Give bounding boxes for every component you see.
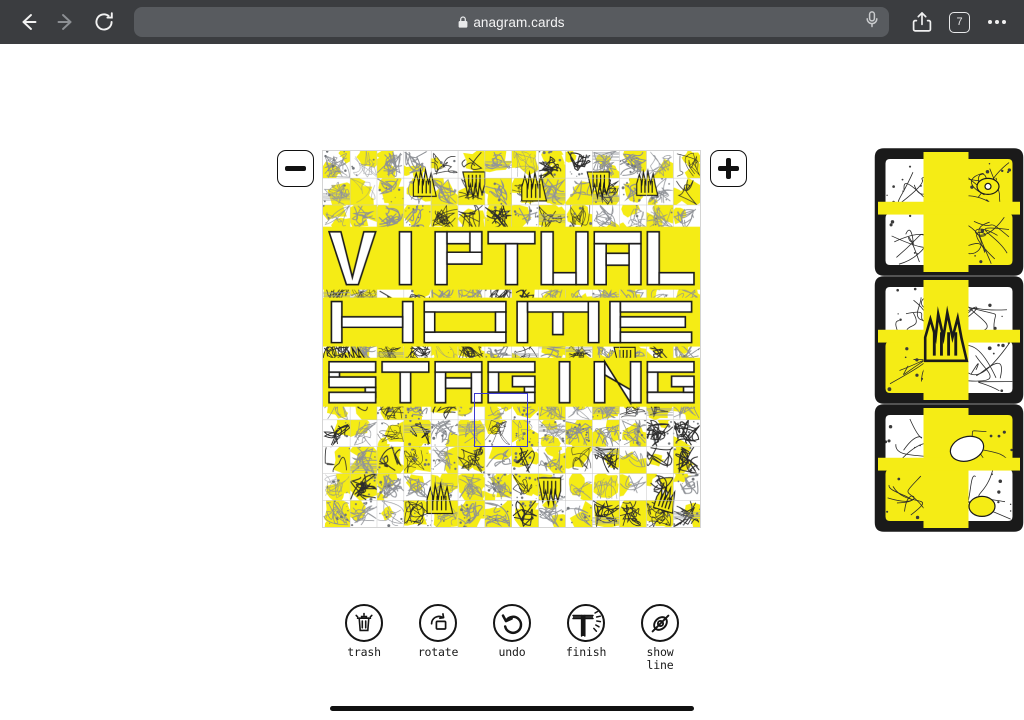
forward-arrow-icon[interactable]	[52, 8, 80, 36]
home-indicator	[330, 706, 694, 711]
minus-icon	[285, 165, 306, 172]
tab-count-button[interactable]: 7	[949, 11, 970, 33]
show-line-label: show line	[646, 645, 674, 672]
rotate-label: rotate	[417, 645, 459, 659]
app-page: trash rotate undo finish show line	[0, 44, 1024, 720]
browser-actions: 7	[905, 9, 1010, 35]
tray-cards[interactable]	[874, 148, 1024, 532]
trash-icon	[345, 604, 383, 642]
reload-icon[interactable]	[90, 8, 118, 36]
browser-toolbar: anagram.cards 7	[0, 0, 1024, 44]
puzzle-artwork[interactable]	[323, 151, 700, 527]
finish-button[interactable]: finish	[560, 604, 612, 672]
card-tray[interactable]	[874, 148, 1024, 532]
zoom-in-button[interactable]	[710, 150, 747, 187]
microphone-icon[interactable]	[865, 11, 879, 34]
address-bar[interactable]: anagram.cards	[134, 7, 889, 37]
address-bar-url: anagram.cards	[473, 14, 565, 30]
rotate-icon	[419, 604, 457, 642]
lock-icon	[458, 16, 468, 28]
undo-button[interactable]: undo	[486, 604, 538, 672]
more-ellipsis-icon[interactable]	[984, 9, 1010, 35]
back-arrow-icon[interactable]	[14, 8, 42, 36]
trash-button[interactable]: trash	[338, 604, 390, 672]
undo-label: undo	[498, 645, 526, 659]
bottom-toolbar: trash rotate undo finish show line	[0, 604, 1024, 672]
finish-label: finish	[565, 645, 607, 659]
finish-icon	[567, 604, 605, 642]
hide-line-icon	[641, 604, 679, 642]
puzzle-board[interactable]	[322, 150, 701, 528]
rotate-button[interactable]: rotate	[412, 604, 464, 672]
show-line-button[interactable]: show line	[634, 604, 686, 672]
zoom-out-button[interactable]	[277, 150, 314, 187]
trash-label: trash	[347, 645, 381, 659]
share-icon[interactable]	[909, 9, 935, 35]
undo-icon	[493, 604, 531, 642]
